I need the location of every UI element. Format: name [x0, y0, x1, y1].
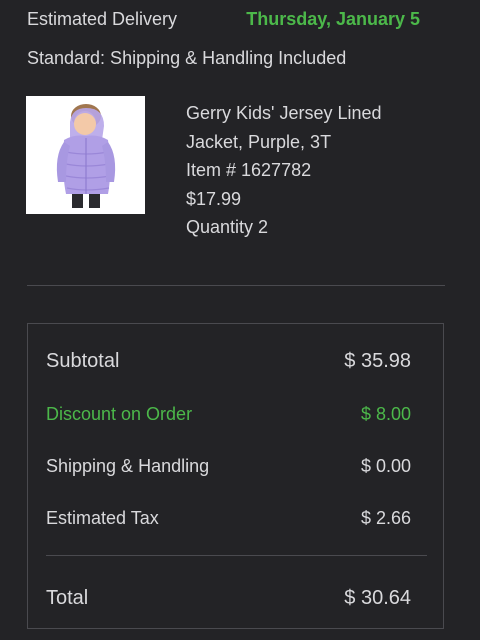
shipping-value: $ 0.00	[360, 456, 411, 476]
tax-row: Estimated Tax $ 2.66	[46, 508, 411, 529]
tax-value: $ 2.66	[360, 508, 411, 528]
tax-label: Estimated Tax	[46, 508, 159, 528]
total-row: Total $ 30.64	[46, 587, 411, 610]
shipping-method: Standard: Shipping & Handling Included	[27, 48, 347, 68]
product-quantity: Quantity 2	[186, 217, 269, 237]
product-name-line2[interactable]: Jacket, Purple, 3T	[186, 128, 382, 157]
product-photo-illustration	[26, 96, 145, 214]
discount-label: Discount on Order	[46, 404, 193, 424]
section-divider	[27, 285, 445, 286]
shipping-label: Shipping & Handling	[46, 456, 210, 476]
subtotal-row: Subtotal $ 35.98	[46, 350, 411, 373]
shipping-row: Shipping & Handling $ 0.00	[46, 456, 411, 477]
total-value: $ 30.64	[344, 587, 411, 609]
discount-row: Discount on Order $ 8.00	[46, 404, 411, 425]
item-number: Item # 1627782	[186, 160, 312, 180]
discount-value: $ 8.00	[360, 404, 411, 424]
product-name-line1[interactable]: Gerry Kids' Jersey Lined	[186, 99, 382, 128]
delivery-date: Thursday, January 5	[246, 8, 420, 29]
product-image[interactable]	[26, 96, 145, 214]
estimated-delivery-row: Estimated Delivery Thursday, January 5	[27, 8, 420, 30]
order-summary: Subtotal $ 35.98 Discount on Order $ 8.0…	[27, 323, 444, 629]
product-info: Gerry Kids' Jersey Lined Jacket, Purple,…	[186, 99, 382, 242]
total-label: Total	[46, 587, 89, 609]
subtotal-label: Subtotal	[46, 350, 120, 372]
summary-divider	[46, 555, 427, 556]
subtotal-value: $ 35.98	[344, 350, 411, 372]
product-price: $17.99	[186, 188, 242, 209]
estimated-delivery-label: Estimated Delivery	[27, 8, 178, 29]
